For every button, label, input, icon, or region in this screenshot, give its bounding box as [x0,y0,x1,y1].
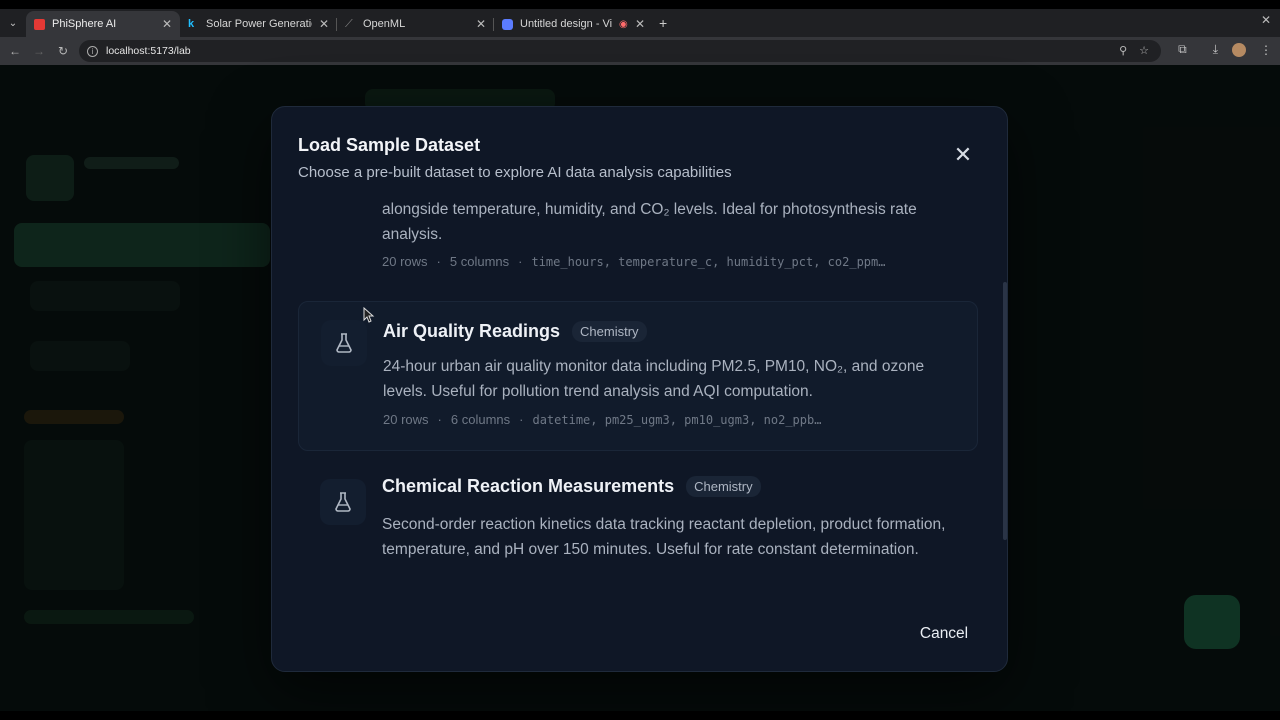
dataset-description: Second-order reaction kinetics data trac… [382,516,946,558]
download-icon[interactable]: ⤓ [1213,42,1218,57]
dataset-card-0[interactable]: alongside temperature, humidity, and CO₂… [298,197,978,291]
extensions-icon[interactable]: ⧉ [1178,42,1187,57]
dataset-description: alongside temperature, humidity, and CO₂… [382,201,917,243]
browser-tab-openml[interactable]: ⟋ OpenML ✕ [337,11,494,37]
dataset-header: Air Quality Readings Chemistry [383,321,647,342]
cancel-button[interactable]: Cancel [900,619,988,649]
letterbox-top [0,0,1280,9]
category-badge: Chemistry [686,476,761,497]
dataset-header: Chemical Reaction Measurements Chemistry [382,476,761,497]
menu-icon[interactable]: ⋮ [1260,43,1272,57]
browser-tab-phisphere[interactable]: PhiSphere AI ✕ [26,11,180,37]
dataset-description: 24-hour urban air quality monitor data i… [383,358,925,400]
phisphere-favicon-icon [34,18,45,30]
dataset-name: Chemical Reaction Measurements [382,476,675,496]
close-tab-icon[interactable]: ✕ [162,17,172,31]
browser-tab-solar[interactable]: k Solar Power Generation ✕ [180,11,337,37]
dataset-columns: 6 columns [450,412,511,427]
letterbox-bottom [0,711,1280,720]
address-bar[interactable]: i localhost:5173/lab ⚲ ☆ [79,40,1161,62]
dataset-meta: 20 rows · 6 columns · datetime, pm25_ugm3, p… [383,412,822,427]
browser-tab-canva[interactable]: Untitled design - Vide ◉ ✕ [494,11,653,37]
close-tab-icon[interactable]: ✕ [319,17,329,31]
dataset-fields: datetime, pm25_ugm3, pm10_ugm3, no2_ppb… [532,413,822,427]
tab-title: OpenML [363,18,406,30]
dataset-card-chemical-reaction[interactable]: Chemical Reaction Measurements Chemistry… [298,461,978,597]
dataset-rows: 20 rows [382,254,428,269]
close-icon[interactable]: ✕ [952,144,974,167]
dataset-name: Air Quality Readings [383,321,561,341]
openml-favicon-icon: ⟋ [345,17,353,30]
browser-toolbar: ← → ↻ i localhost:5173/lab ⚲ ☆ ⧉ ⤓ ⋮ [0,37,1280,65]
dataset-rows: 20 rows [383,412,429,427]
modal-subtitle: Choose a pre-built dataset to explore AI… [298,164,732,181]
forward-icon[interactable]: → [27,44,51,58]
back-icon[interactable]: ← [3,44,27,58]
modal-title: Load Sample Dataset [298,135,481,155]
dataset-card-air-quality[interactable]: Air Quality Readings Chemistry 24-hour u… [298,301,978,451]
dataset-meta: 20 rows · 5 columns · time_hours, temperatur… [382,254,886,269]
url-text: localhost:5173/lab [106,45,191,57]
browser-tabstrip: ⌄ PhiSphere AI ✕ k Solar Power Generatio… [0,9,1280,37]
tab-search-icon[interactable]: ⌄ [0,9,26,37]
close-tab-icon[interactable]: ✕ [635,17,645,31]
reload-icon[interactable]: ↻ [51,44,75,58]
video-favicon-icon [502,18,513,30]
site-info-icon[interactable]: i [87,45,98,57]
dataset-fields: time_hours, temperature_c, humidity_pct,… [531,255,886,269]
tab-title: Untitled design - Vide [520,18,612,30]
close-tab-icon[interactable]: ✕ [476,17,486,31]
load-sample-dataset-modal: Load Sample Dataset Choose a pre-built d… [271,106,1008,672]
profile-avatar[interactable] [1232,42,1246,57]
tab-title: Solar Power Generation [206,18,312,30]
tab-title: PhiSphere AI [52,18,117,30]
flask-icon [321,320,367,366]
dataset-list[interactable]: alongside temperature, humidity, and CO₂… [298,197,978,597]
new-tab-icon[interactable]: + [659,15,667,31]
zoom-icon[interactable]: ⚲ [1119,44,1127,57]
window-close-icon[interactable]: ✕ [1261,13,1271,27]
kaggle-favicon-icon: k [188,17,195,30]
list-scrollbar[interactable] [1003,282,1007,540]
category-badge: Chemistry [572,321,647,342]
bookmark-star-icon[interactable]: ☆ [1139,44,1149,57]
flask-icon [320,479,366,525]
dataset-columns: 5 columns [449,254,510,269]
recording-icon: ◉ [619,18,628,30]
